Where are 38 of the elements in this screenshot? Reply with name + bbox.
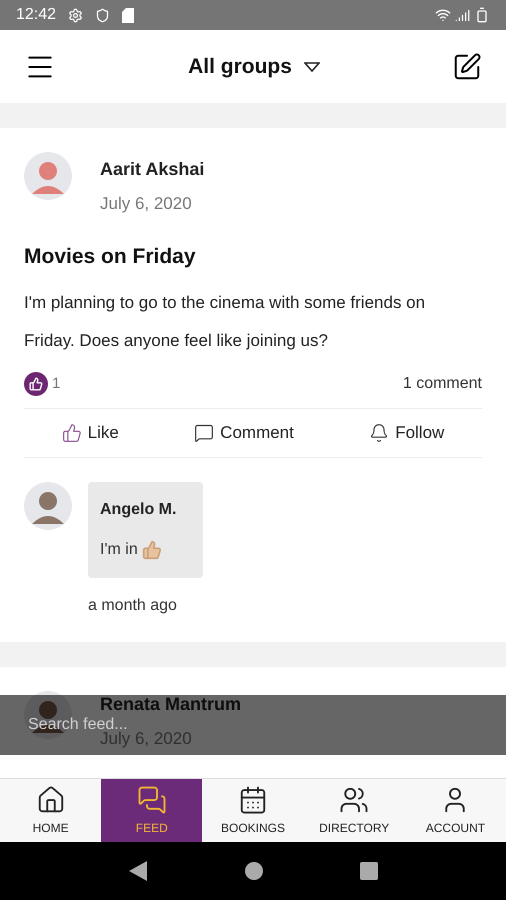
comment-text: I'm in bbox=[100, 540, 138, 560]
comment-icon bbox=[194, 423, 214, 443]
wifi-icon bbox=[435, 7, 451, 23]
nav-tab[interactable]: FEED bbox=[101, 779, 202, 842]
back-icon[interactable] bbox=[128, 860, 148, 882]
gear-icon bbox=[68, 8, 84, 22]
compose-icon[interactable] bbox=[452, 52, 482, 82]
avatar bbox=[24, 152, 72, 200]
like-badge-icon bbox=[24, 372, 48, 396]
nav-tab[interactable]: BOOKINGS bbox=[202, 779, 304, 842]
author-name[interactable]: Aarit Akshai bbox=[100, 156, 204, 183]
comment-time: a month ago bbox=[88, 596, 178, 616]
nav-tab[interactable]: ACCOUNT bbox=[404, 779, 506, 842]
shield-icon bbox=[95, 8, 110, 22]
post-action[interactable]: Comment bbox=[194, 420, 294, 446]
like-count: 1 bbox=[52, 374, 60, 394]
sd-card-icon bbox=[122, 8, 134, 22]
comment-author[interactable]: Angelo M. bbox=[100, 498, 191, 522]
post-date: July 6, 2020 bbox=[100, 193, 193, 215]
calendar-icon bbox=[238, 784, 268, 814]
home-circle-icon[interactable] bbox=[244, 862, 263, 880]
bell-icon bbox=[369, 423, 390, 443]
recents-icon[interactable] bbox=[360, 862, 378, 880]
post-body: I'm planning to go to the cinema with some friends on Friday. Does anyone feel like joining us? bbox=[24, 292, 426, 352]
thumbs-up-icon bbox=[62, 423, 82, 443]
signal-icon bbox=[455, 8, 470, 22]
post-action[interactable]: Like bbox=[62, 420, 119, 446]
avatar bbox=[24, 482, 72, 530]
post-title: Movies on Friday bbox=[24, 244, 197, 270]
dropdown-triangle-icon bbox=[304, 62, 320, 72]
nav-tab[interactable]: DIRECTORY bbox=[304, 779, 405, 842]
post-action[interactable]: Follow bbox=[369, 420, 444, 446]
thumbs-up-icon bbox=[142, 540, 162, 560]
group-selector[interactable]: All groups bbox=[188, 50, 320, 82]
nav-tab[interactable]: HOME bbox=[0, 779, 102, 842]
status-time: 12:42 bbox=[16, 5, 56, 25]
chat-bubbles-icon bbox=[136, 784, 167, 814]
comment-count[interactable]: 1 comment bbox=[402, 372, 482, 396]
